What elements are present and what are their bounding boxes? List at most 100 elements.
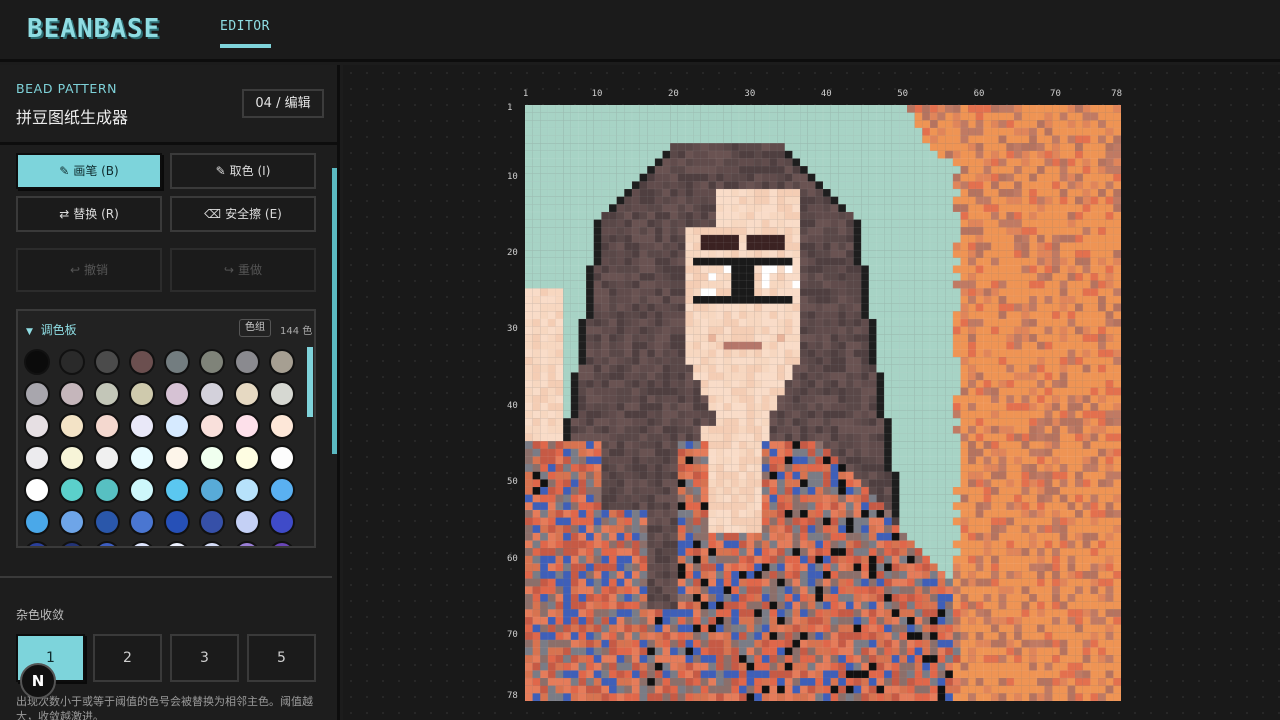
bead-cell[interactable] [1052,311,1060,319]
bead-cell[interactable] [1067,211,1076,220]
bead-cell[interactable] [884,548,892,556]
bead-cell[interactable] [784,326,793,335]
bead-cell[interactable] [891,341,900,350]
bead-cell[interactable] [624,509,633,518]
bead-cell[interactable] [1044,265,1053,274]
bead-cell[interactable] [647,509,655,518]
bead-cell[interactable] [731,234,739,243]
bead-cell[interactable] [1044,334,1053,342]
bead-cell[interactable] [769,196,778,205]
bead-cell[interactable] [1052,441,1060,449]
bead-cell[interactable] [975,448,984,457]
bead-cell[interactable] [563,494,571,503]
bead-cell[interactable] [1075,296,1083,304]
bead-cell[interactable] [570,341,579,350]
bead-cell[interactable] [693,105,701,113]
bead-cell[interactable] [746,257,755,266]
bead-cell[interactable] [1098,135,1106,144]
bead-cell[interactable] [1029,548,1037,556]
bead-cell[interactable] [570,158,579,167]
bead-cell[interactable] [1082,387,1091,396]
bead-cell[interactable] [685,403,694,411]
bead-cell[interactable] [738,135,747,144]
bead-cell[interactable] [868,540,877,549]
bead-cell[interactable] [777,571,785,579]
bead-cell[interactable] [547,296,556,304]
bead-cell[interactable] [975,189,984,197]
bead-cell[interactable] [1044,234,1053,243]
bead-cell[interactable] [1052,555,1060,564]
bead-cell[interactable] [693,311,701,319]
bead-cell[interactable] [792,349,801,358]
bead-cell[interactable] [555,509,564,518]
bead-cell[interactable] [891,509,900,518]
bead-cell[interactable] [876,334,885,342]
bead-cell[interactable] [685,479,694,488]
bead-cell[interactable] [1113,242,1121,251]
bead-cell[interactable] [754,487,762,495]
bead-cell[interactable] [815,242,824,251]
bead-cell[interactable] [731,143,739,151]
bead-cell[interactable] [945,189,953,197]
bead-cell[interactable] [677,578,686,587]
bead-cell[interactable] [693,318,701,327]
bead-cell[interactable] [907,555,915,564]
bead-cell[interactable] [945,433,953,442]
bead-cell[interactable] [563,357,571,365]
bead-cell[interactable] [738,433,747,442]
bead-cell[interactable] [823,525,831,533]
palette-swatch[interactable] [59,477,85,503]
bead-cell[interactable] [525,227,533,235]
bead-cell[interactable] [547,372,556,381]
bead-cell[interactable] [853,242,862,251]
bead-cell[interactable] [983,173,992,182]
bead-cell[interactable] [677,425,686,434]
bead-cell[interactable] [914,425,923,434]
bead-cell[interactable] [1029,288,1037,297]
bead-cell[interactable] [937,555,946,564]
bead-cell[interactable] [991,571,999,579]
bead-cell[interactable] [677,494,686,503]
bead-cell[interactable] [547,578,556,587]
bead-cell[interactable] [723,494,732,503]
bead-cell[interactable] [738,166,747,174]
bead-cell[interactable] [823,334,831,342]
bead-cell[interactable] [975,532,984,541]
bead-cell[interactable] [945,181,953,190]
bead-cell[interactable] [868,357,877,365]
bead-cell[interactable] [998,158,1007,167]
bead-cell[interactable] [731,311,739,319]
bead-cell[interactable] [952,456,961,465]
bead-cell[interactable] [616,265,625,274]
bead-cell[interactable] [525,334,533,342]
bead-cell[interactable] [685,425,694,434]
bead-cell[interactable] [647,135,655,144]
bead-cell[interactable] [945,494,953,503]
bead-cell[interactable] [731,303,739,312]
bead-cell[interactable] [830,372,839,381]
bead-cell[interactable] [601,509,610,518]
bead-cell[interactable] [960,479,969,488]
bead-cell[interactable] [578,487,587,495]
bead-cell[interactable] [1098,303,1106,312]
bead-cell[interactable] [792,448,801,457]
bead-cell[interactable] [777,326,785,335]
bead-cell[interactable] [914,196,923,205]
bead-cell[interactable] [914,150,923,159]
bead-cell[interactable] [570,555,579,564]
bead-cell[interactable] [899,403,908,411]
bead-cell[interactable] [723,578,732,587]
bead-cell[interactable] [937,395,946,404]
bead-cell[interactable] [670,357,678,365]
bead-cell[interactable] [631,380,640,388]
bead-cell[interactable] [563,127,571,136]
bead-cell[interactable] [853,173,862,182]
bead-cell[interactable] [937,502,946,511]
bead-cell[interactable] [570,540,579,549]
palette-swatch[interactable] [129,381,155,407]
bead-cell[interactable] [876,296,885,304]
bead-cell[interactable] [1098,555,1106,564]
bead-cell[interactable] [876,441,885,449]
bead-cell[interactable] [1029,250,1037,258]
bead-cell[interactable] [723,234,732,243]
